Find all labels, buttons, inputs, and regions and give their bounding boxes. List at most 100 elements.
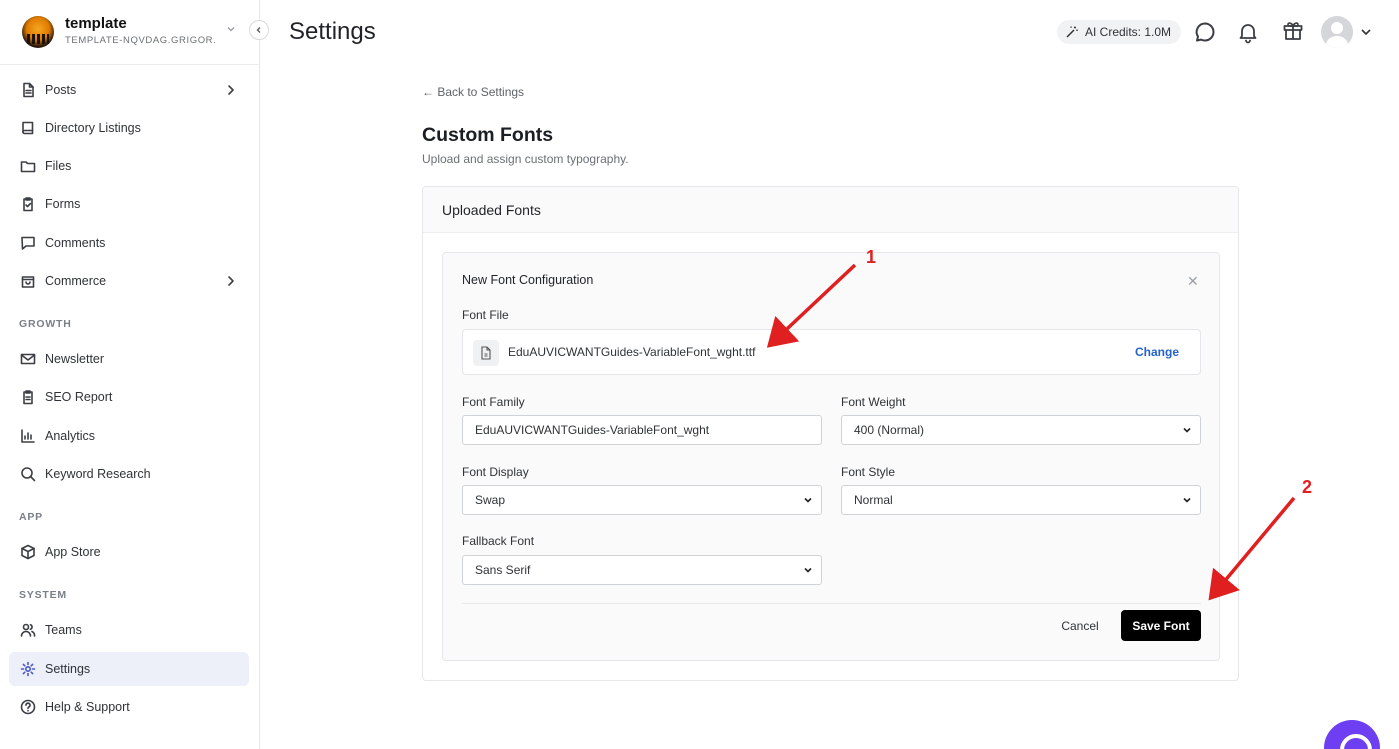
chevron-down-icon (1183, 427, 1191, 433)
close-icon[interactable]: ✕ (1187, 273, 1199, 290)
font-family-value: EduAUVICWANTGuides-VariableFont_wght (475, 423, 710, 437)
chevron-left-icon (256, 27, 261, 33)
section-title: Custom Fonts (422, 124, 554, 146)
document-icon (23, 82, 34, 98)
divider (462, 603, 1201, 604)
back-to-settings-link[interactable]: ← Back to Settings (422, 85, 524, 99)
clipboard-icon (23, 197, 33, 212)
annotation-number-2: 2 (1302, 477, 1313, 497)
sidebar-item-app-store[interactable]: App Store (9, 535, 249, 569)
clipboard-icon (23, 390, 33, 405)
sidebar-item-label: Settings (45, 662, 91, 676)
fallback-font-select[interactable]: Sans Serif (462, 555, 822, 585)
sidebar-item-label: SEO Report (45, 390, 113, 404)
uploaded-fonts-card: Uploaded Fonts New Font Configuration ✕ … (422, 186, 1239, 681)
section-growth: GROWTH (19, 318, 72, 330)
sidebar-item-forms[interactable]: Forms (9, 187, 249, 221)
bag-icon (21, 276, 35, 288)
workspace-logo (22, 16, 54, 48)
workspace-id: TEMPLATE-NQVDAG.GRIGOR... (65, 35, 215, 46)
sidebar-item-label: Help & Support (45, 700, 130, 714)
chart-icon (21, 429, 35, 443)
section-subtitle: Upload and assign custom typography. (422, 152, 629, 166)
users-icon (20, 623, 36, 637)
sidebar-item-label: Directory Listings (45, 121, 141, 135)
box-icon (21, 544, 35, 560)
sidebar-item-label: Commerce (45, 274, 107, 288)
card-header: Uploaded Fonts (423, 187, 1238, 233)
sidebar-item-commerce[interactable]: Commerce (9, 264, 249, 298)
font-file-label: Font File (462, 308, 509, 322)
comment-icon (21, 236, 35, 250)
sidebar-item-label: Newsletter (45, 352, 105, 366)
sidebar-item-label: Forms (45, 197, 81, 211)
sidebar-item-label: App Store (45, 545, 101, 559)
font-file-box: EduAUVICWANTGuides-VariableFont_wght.ttf… (462, 329, 1201, 375)
file-name: EduAUVICWANTGuides-VariableFont_wght.ttf (508, 345, 756, 359)
chevron-down-icon[interactable] (1360, 26, 1372, 38)
chevron-down-icon (1183, 497, 1191, 503)
annotation-number-1: 1 (866, 247, 877, 267)
help-icon (20, 699, 36, 715)
gift-icon[interactable] (1281, 18, 1305, 42)
font-weight-label: Font Weight (841, 395, 906, 409)
chevron-right-icon (228, 85, 234, 95)
chevron-down-icon (804, 497, 812, 503)
sidebar-item-label: Analytics (45, 429, 96, 443)
sidebar-item-seo-report[interactable]: SEO Report (9, 380, 249, 414)
sidebar-item-label: Keyword Research (45, 467, 151, 481)
font-weight-select[interactable]: 400 (Normal) (841, 415, 1201, 445)
mail-icon (20, 353, 36, 365)
change-file-button[interactable]: Change (1135, 345, 1179, 359)
sidebar-item-settings[interactable]: Settings (9, 652, 249, 686)
folder-icon (20, 161, 36, 173)
sidebar-item-posts[interactable]: Posts (9, 73, 249, 107)
file-icon (473, 340, 499, 366)
sidebar-item-label: Files (45, 159, 72, 173)
panel-title: New Font Configuration (462, 273, 594, 287)
sidebar-item-label: Posts (45, 83, 77, 97)
sidebar-item-label: Teams (45, 623, 82, 637)
sidebar: template TEMPLATE-NQVDAG.GRIGOR... Posts… (0, 0, 269, 749)
font-display-value: Swap (475, 493, 506, 507)
workspace-switcher[interactable]: template TEMPLATE-NQVDAG.GRIGOR... (0, 0, 259, 65)
ai-credits-label: AI Credits: 1.0M (1085, 25, 1172, 39)
font-family-input[interactable]: EduAUVICWANTGuides-VariableFont_wght (462, 415, 822, 445)
sidebar-item-teams[interactable]: Teams (9, 613, 249, 647)
font-family-label: Font Family (462, 395, 525, 409)
sidebar-item-directory-listings[interactable]: Directory Listings (9, 111, 249, 145)
sidebar-item-files[interactable]: Files (9, 149, 249, 183)
magic-wand-icon (1066, 26, 1078, 38)
chat-icon[interactable] (1193, 20, 1217, 44)
book-icon (22, 121, 34, 135)
bell-icon[interactable] (1236, 20, 1260, 44)
page-title: Settings (289, 18, 376, 45)
gear-icon (20, 661, 36, 677)
card-title: Uploaded Fonts (442, 202, 541, 218)
font-display-label: Font Display (462, 465, 529, 479)
sidebar-item-help-support[interactable]: Help & Support (9, 690, 249, 724)
chevron-down-icon (804, 567, 812, 573)
sidebar-item-label: Comments (45, 236, 106, 250)
avatar[interactable] (1321, 16, 1353, 48)
save-font-button[interactable]: Save Font (1121, 610, 1201, 641)
cancel-button[interactable]: Cancel (1053, 611, 1107, 641)
fallback-font-label: Fallback Font (462, 534, 535, 548)
sidebar-item-analytics[interactable]: Analytics (9, 419, 249, 453)
font-style-select[interactable]: Normal (841, 485, 1201, 515)
font-display-select[interactable]: Swap (462, 485, 822, 515)
app-root: template TEMPLATE-NQVDAG.GRIGOR... Posts… (0, 0, 1399, 749)
sidebar-item-newsletter[interactable]: Newsletter (9, 342, 249, 376)
new-font-configuration-panel: New Font Configuration ✕ Font File EduAU… (442, 252, 1220, 661)
font-style-value: Normal (854, 493, 893, 507)
section-system: SYSTEM (19, 589, 67, 601)
sidebar-item-comments[interactable]: Comments (9, 226, 249, 260)
sidebar-item-keyword-research[interactable]: Keyword Research (9, 457, 249, 491)
collapse-sidebar-button[interactable] (249, 20, 269, 40)
chevron-right-icon (228, 276, 234, 286)
support-chat-button[interactable] (1324, 720, 1380, 749)
ai-credits-badge[interactable]: AI Credits: 1.0M (1057, 20, 1182, 44)
font-weight-value: 400 (Normal) (854, 423, 925, 437)
chevron-down-icon (227, 27, 235, 32)
search-icon (21, 467, 36, 482)
